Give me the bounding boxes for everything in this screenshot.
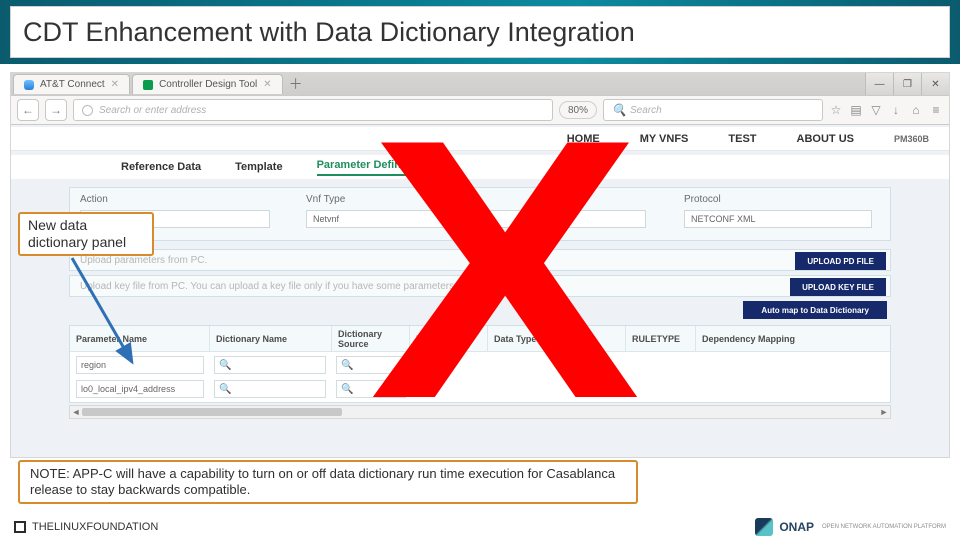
tab-label: Controller Design Tool [159,79,257,90]
tab-parameter-definition[interactable]: Parameter Definition [317,159,425,176]
cell-param-name-2: lo0_local_ipv4_address [76,380,204,398]
nav-my-vnfs[interactable]: MY VNFS [640,133,689,145]
restore-button[interactable]: ❐ [893,73,921,95]
onap-logo: ONAP OPEN NETWORK AUTOMATION PLATFORM [755,518,946,536]
onap-label: ONAP [779,520,814,534]
cell-dict-name-1[interactable]: 🔍 [214,356,326,374]
scroll-left-arrow[interactable]: ◄ [70,406,82,418]
title-band: CDT Enhancement with Data Dictionary Int… [0,0,960,64]
scroll-right-arrow[interactable]: ► [878,406,890,418]
cell-dict-name-2[interactable]: 🔍 [214,380,326,398]
note-box: NOTE: APP-C will have a capability to tu… [18,460,638,504]
note-text: NOTE: APP-C will have a capability to tu… [30,466,626,499]
att-favicon [24,80,34,90]
grid-body: region 🔍 🔍 lo0_local_ipv4_address 🔍 🔍 [70,352,890,402]
tab-template[interactable]: Template [235,161,282,173]
lf-label: THELINUXFOUNDATION [32,521,158,533]
browser-search[interactable]: 🔍 Search [603,99,823,121]
cell-dict-source-2[interactable]: 🔍 [336,380,406,398]
back-button[interactable]: ← [17,99,39,121]
slide-footer: THELINUXFOUNDATION ONAP OPEN NETWORK AUT… [0,514,960,540]
search-icon: 🔍 [219,384,231,395]
search-icon: 🔍 [219,360,231,371]
col-dictionary-name: Dictionary Name [210,326,332,351]
field-protocol[interactable]: NETCONF XML [684,210,872,228]
col-parameter-name: Parameter Name [70,326,210,351]
search-icon: 🔍 [341,360,353,371]
close-button[interactable]: ✕ [921,73,949,95]
library-icon[interactable]: ▤ [849,103,863,117]
download-icon[interactable]: ↓ [889,103,903,117]
callout-new-panel: New data dictionary panel [18,212,154,256]
zoom-indicator[interactable]: 80% [559,101,597,119]
label-action: Action [80,194,108,205]
horizontal-scrollbar[interactable]: ◄ ► [69,405,891,419]
field-vnf-type[interactable]: Netvnf [306,210,646,228]
close-icon[interactable]: ✕ [111,79,119,90]
nav-test[interactable]: TEST [728,133,756,145]
upload-params-text: Upload parameters from PC. [70,255,207,266]
info-icon [82,105,93,116]
tab-label: AT&T Connect [40,79,105,90]
pocket-icon[interactable]: ▽ [869,103,883,117]
cell-dict-source-1[interactable]: 🔍 [336,356,406,374]
onap-sublabel: OPEN NETWORK AUTOMATION PLATFORM [822,524,946,530]
label-protocol: Protocol [684,194,721,205]
grid-header: Parameter Name Dictionary Name Dictionar… [70,326,890,352]
label-vnf-type: Vnf Type [306,194,345,205]
upload-params-row: Upload parameters from PC. UPLOAD PD FIL… [69,249,891,271]
scroll-thumb[interactable] [82,408,342,416]
header-panel: Action Vnf Type Netvnf Protocol NETCONF … [69,187,891,241]
upload-key-row: Upload key file from PC. You can upload … [69,275,891,297]
cdt-favicon [143,80,153,90]
upload-key-text: Upload key file from PC. You can upload … [70,281,457,292]
col-ruletype: RULETYPE [626,326,696,351]
app-main-nav: HOME MY VNFS TEST ABOUT US PM360B [11,127,949,151]
menu-icon[interactable]: ≡ [929,103,943,117]
parameters-grid: Parameter Name Dictionary Name Dictionar… [69,325,891,403]
browser-tab-cdt[interactable]: Controller Design Tool ✕ [132,74,283,94]
sub-tabs: Reference Data Template Parameter Defini… [11,155,949,179]
forward-button[interactable]: → [45,99,67,121]
cell-param-name-1: region [76,356,204,374]
onap-icon [755,518,773,536]
minimize-button[interactable]: — [865,73,893,95]
search-icon: 🔍 [612,103,626,117]
linux-foundation-logo: THELINUXFOUNDATION [14,521,158,533]
window-controls: — ❐ ✕ [865,73,949,95]
automap-button[interactable]: Auto map to Data Dictionary [743,301,887,319]
col-dependency-mapping: Dependency Mapping [696,326,890,351]
col-dictionary-source: Dictionary Source [332,326,410,351]
upload-pd-file-button[interactable]: UPLOAD PD FILE [795,252,886,270]
star-icon[interactable]: ☆ [829,103,843,117]
screenshot-area: AT&T Connect ✕ Controller Design Tool ✕ … [10,72,950,458]
new-tab-button[interactable]: ＋ [289,74,303,94]
browser-tab-att[interactable]: AT&T Connect ✕ [13,74,130,94]
nav-home[interactable]: HOME [567,133,600,145]
browser-toolbar: ← → Search or enter address 80% 🔍 Search… [11,95,949,125]
search-placeholder: Search [630,105,662,116]
col-default: Default [410,326,488,351]
col-data-type: Data Type [488,326,554,351]
close-icon[interactable]: ✕ [263,79,271,90]
search-icon: 🔍 [341,384,353,395]
user-badge: PM360B [894,134,929,144]
nav-about-us[interactable]: ABOUT US [797,133,854,145]
browser-tabstrip: AT&T Connect ✕ Controller Design Tool ✕ … [11,73,949,95]
address-placeholder: Search or enter address [99,105,206,116]
home-icon[interactable]: ⌂ [909,103,923,117]
upload-key-file-button[interactable]: UPLOAD KEY FILE [790,278,886,296]
col-entry-schema: Entry schema [554,326,626,351]
lf-icon [14,521,26,533]
slide-title: CDT Enhancement with Data Dictionary Int… [10,6,950,58]
address-bar[interactable]: Search or enter address [73,99,553,121]
tab-reference-data[interactable]: Reference Data [121,161,201,173]
